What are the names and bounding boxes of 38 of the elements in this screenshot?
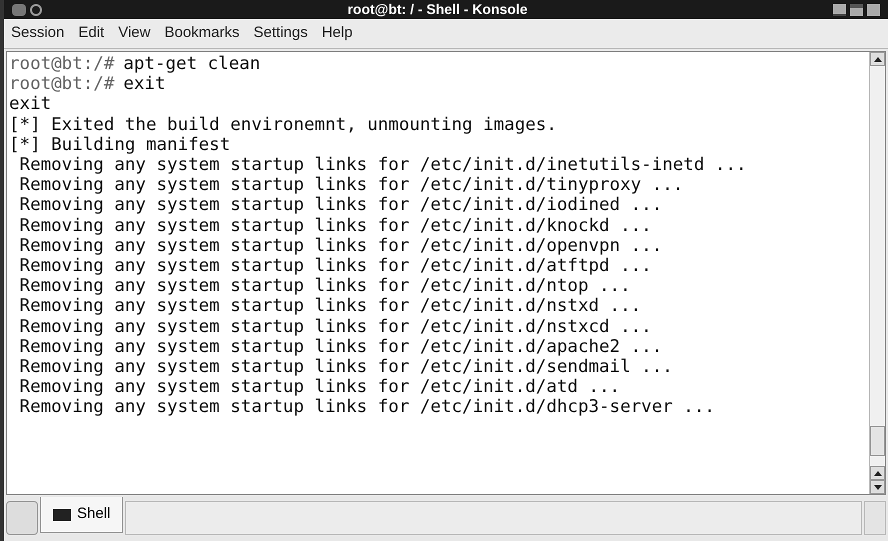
prompt-text: root@bt:/# bbox=[9, 54, 114, 74]
tab[interactable]: Shell bbox=[40, 497, 124, 533]
menu-item[interactable]: Help bbox=[322, 22, 353, 45]
output-line: [*] Building manifest bbox=[9, 134, 230, 156]
output-line: [*] Exited the build environemnt, unmounting images. bbox=[9, 114, 557, 135]
output-line: Removing any system startup links for /etc/init.d/knockd ... bbox=[18, 216, 652, 236]
output-line: Removing any system startup links for /etc/init.d/nstxd ... bbox=[18, 296, 642, 317]
scroll-up-icon[interactable] bbox=[870, 52, 885, 66]
output-line: Removing any system startup links for /etc/init.d/sendmail ... bbox=[18, 357, 673, 378]
output-line: Removing any system startup links for /etc/init.d/atd ... bbox=[18, 377, 620, 398]
output-line: exit bbox=[9, 94, 52, 115]
output-line: Removing any system startup links for /etc/init.d/iodined ... bbox=[18, 195, 662, 216]
output-line: Removing any system startup links for /etc/init.d/ntop ... bbox=[18, 276, 631, 296]
prompt-text: root@bt:/# bbox=[9, 74, 114, 94]
pin-icon[interactable] bbox=[30, 4, 42, 16]
menu-item[interactable]: Settings bbox=[254, 22, 308, 45]
command-text: apt-get clean bbox=[123, 54, 260, 74]
menu-item[interactable]: Bookmarks bbox=[164, 22, 240, 45]
output-line: Removing any system startup links for /etc/init.d/dhcp3-server ... bbox=[18, 397, 715, 418]
output-line: Removing any system startup links for /etc/init.d/openvpn ... bbox=[18, 236, 662, 256]
app-icon[interactable] bbox=[12, 4, 26, 16]
window-title: root@bt: / - Shell - Konsole bbox=[346, 0, 529, 19]
menu-item[interactable]: Session bbox=[11, 22, 64, 45]
menu-item[interactable]: View bbox=[118, 22, 150, 45]
scroll-thumb[interactable] bbox=[870, 426, 885, 456]
output-line: Removing any system startup links for /etc/init.d/tinyproxy ... bbox=[18, 175, 684, 196]
output-line: Removing any system startup links for /etc/init.d/atftpd ... bbox=[18, 256, 652, 276]
maximize-icon[interactable] bbox=[850, 4, 863, 16]
scroll-down-icon[interactable] bbox=[870, 480, 885, 494]
scrollbar[interactable] bbox=[869, 52, 885, 494]
command-text: exit bbox=[123, 74, 166, 94]
output-line: Removing any system startup links for /etc/init.d/apache2 ... bbox=[18, 336, 662, 358]
minimize-icon[interactable] bbox=[833, 4, 846, 16]
output-line: Removing any system startup links for /etc/init.d/nstxcd ... bbox=[18, 316, 652, 337]
menu-item[interactable]: Edit bbox=[78, 22, 104, 45]
scroll-up-icon[interactable] bbox=[870, 466, 885, 480]
output-line: Removing any system startup links for /etc/init.d/inetutils-inetd ... bbox=[18, 155, 747, 176]
terminal-icon bbox=[53, 508, 71, 520]
